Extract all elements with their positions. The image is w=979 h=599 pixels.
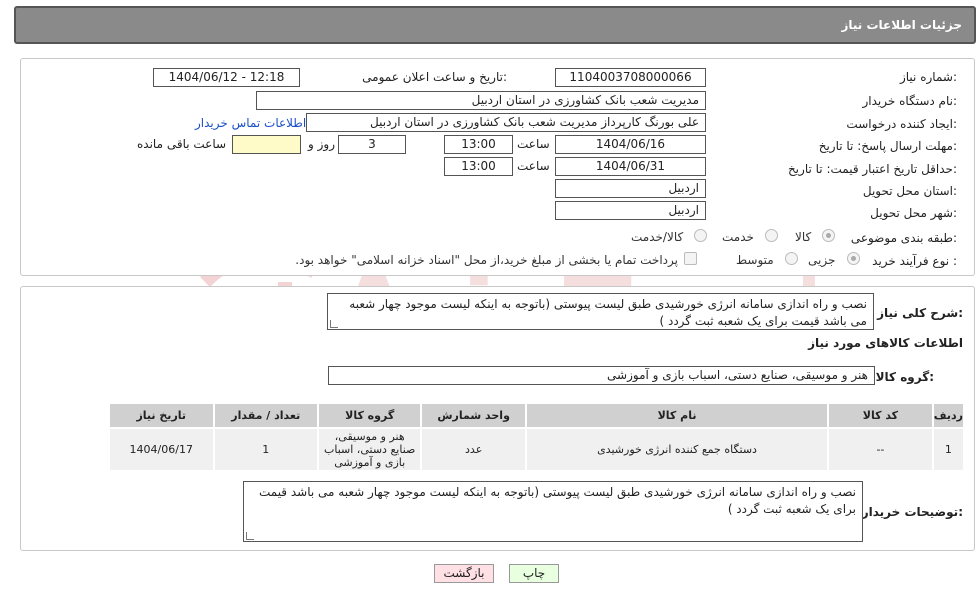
province-label: استان محل تحویل: (862, 184, 957, 198)
days-label: روز و (308, 137, 335, 151)
price-validity-time-label: ساعت (517, 159, 550, 173)
page-header: جزئیات اطلاعات نیاز (14, 6, 976, 44)
process-medium-radio[interactable] (785, 252, 798, 265)
reply-deadline-label: مهلت ارسال پاسخ: تا تاریخ: (818, 139, 957, 153)
need-number-label: شماره نیاز: (899, 70, 957, 84)
reply-deadline-time: 13:00 (444, 135, 513, 154)
resize-grip-icon[interactable] (246, 532, 254, 540)
city-field: اردبیل (555, 201, 706, 220)
reply-deadline-date: 1404/06/16 (555, 135, 706, 154)
goods-table: ردیف کد کالا نام کالا واحد شمارش گروه کا… (108, 402, 966, 472)
process-type-label: نوع فرآیند خرید : (872, 254, 957, 268)
category-both-option: کالا/خدمت (631, 230, 684, 244)
cell-goods-name: دستگاه جمع کننده انرژی خورشیدی (524, 427, 830, 472)
summary-label: شرح کلی نیاز: (877, 306, 963, 320)
province-field: اردبیل (555, 179, 706, 198)
category-service-option: خدمت (722, 230, 754, 244)
need-number-field: 1104003708000066 (555, 68, 706, 87)
back-button[interactable]: بازگشت (434, 564, 494, 583)
city-label: شهر محل تحویل: (870, 206, 957, 220)
page-title: جزئیات اطلاعات نیاز (841, 18, 962, 32)
announce-datetime-label: تاریخ و ساعت اعلان عمومی: (362, 70, 507, 84)
cell-goods-group: هنر و موسیقی، صنایع دستی، اسباب بازی و آ… (316, 427, 423, 472)
category-goods-option: کالا (795, 230, 812, 244)
remaining-hours-field (232, 135, 301, 154)
reply-time-label: ساعت (517, 137, 550, 151)
goods-section-title: اطلاعات کالاهای مورد نیاز (808, 336, 963, 350)
cell-row-number: 1 (931, 427, 966, 472)
col-quantity: تعداد / مقدار (212, 402, 319, 429)
category-service-radio[interactable] (765, 229, 778, 242)
col-unit: واحد شمارش (420, 402, 527, 429)
cell-goods-code: -- (827, 427, 934, 472)
category-label: طبقه بندی موضوعی: (850, 231, 957, 245)
requester-label: ایجاد کننده درخواست: (846, 117, 957, 131)
category-goods-radio[interactable] (822, 229, 835, 242)
col-goods-name: نام کالا (524, 402, 830, 429)
requester-field: علی بورنگ کارپرداز مدیریت شعب بانک کشاور… (306, 113, 706, 132)
summary-textarea: نصب و راه اندازی سامانه انرژی خورشیدی طب… (327, 293, 874, 330)
buyer-org-field: مدیریت شعب بانک کشاورزی در استان اردبیل (256, 91, 706, 110)
buyer-notes-label: توضیحات خریدار: (861, 505, 963, 519)
print-button[interactable]: چاپ (509, 564, 559, 583)
process-minor-option: جزیی (808, 253, 836, 267)
resize-grip-icon[interactable] (330, 320, 338, 328)
price-validity-label: حداقل تاریخ اعتبار قیمت: تا تاریخ: (787, 162, 957, 176)
table-row: 1 -- دستگاه جمع کننده انرژی خورشیدی عدد … (108, 427, 966, 472)
col-row-number: ردیف (931, 402, 966, 429)
process-minor-radio[interactable] (847, 252, 860, 265)
buyer-notes-text: نصب و راه اندازی سامانه انرژی خورشیدی طب… (258, 485, 856, 516)
col-goods-group: گروه کالا (316, 402, 423, 429)
col-goods-code: کد کالا (827, 402, 934, 429)
col-need-date: تاریخ نیاز (108, 402, 215, 429)
goods-table-header: ردیف کد کالا نام کالا واحد شمارش گروه کا… (108, 402, 966, 429)
goods-group-label: گروه کالا: (875, 370, 934, 384)
cell-need-date: 1404/06/17 (108, 427, 215, 472)
price-validity-time: 13:00 (444, 157, 513, 176)
process-medium-option: متوسط (736, 253, 774, 267)
cell-unit: عدد (420, 427, 527, 472)
cell-quantity: 1 (212, 427, 319, 472)
buyer-notes-textarea: نصب و راه اندازی سامانه انرژی خورشیدی طب… (243, 481, 863, 542)
remaining-hours-label: ساعت باقی مانده (137, 137, 227, 151)
summary-text: نصب و راه اندازی سامانه انرژی خورشیدی طب… (349, 297, 867, 328)
buyer-contact-link[interactable]: اطلاعات تماس خریدار (195, 116, 306, 130)
buyer-org-label: نام دستگاه خریدار: (862, 94, 958, 108)
announce-datetime-field: 1404/06/12 - 12:18 (153, 68, 300, 87)
goods-group-field: هنر و موسیقی، صنایع دستی، اسباب بازی و آ… (328, 366, 875, 385)
price-validity-date: 1404/06/31 (555, 157, 706, 176)
treasury-payment-checkbox[interactable] (684, 252, 697, 265)
category-both-radio[interactable] (694, 229, 707, 242)
treasury-payment-note: پرداخت تمام یا بخشی از مبلغ خرید،از محل … (295, 253, 678, 267)
reply-days-field: 3 (338, 135, 406, 154)
